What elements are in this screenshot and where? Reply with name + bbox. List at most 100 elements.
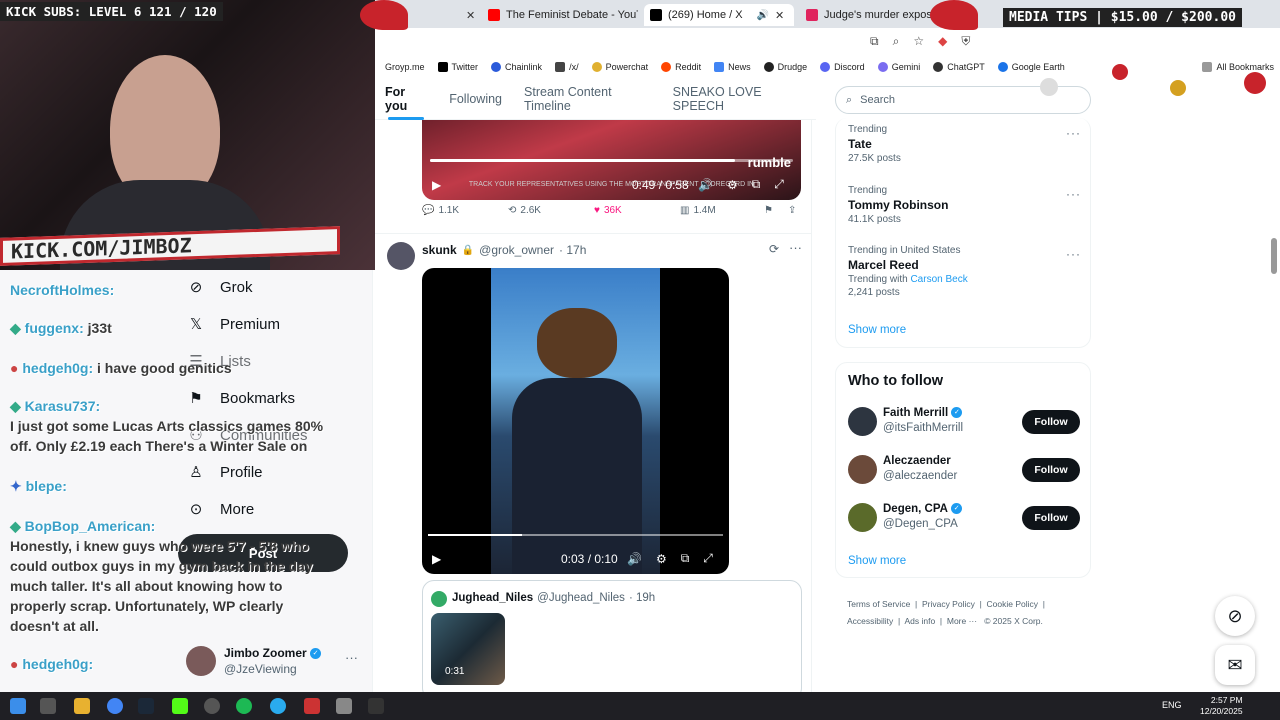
task-view-icon[interactable] bbox=[40, 698, 56, 714]
show-more-link[interactable]: Show more bbox=[848, 324, 906, 336]
trend-item[interactable]: Trending Tate 27.5K posts bbox=[848, 124, 901, 164]
all-bookmarks[interactable]: All Bookmarks bbox=[1202, 62, 1274, 72]
footer-link[interactable]: Cookie Policy bbox=[987, 599, 1039, 609]
video-player[interactable]: ▶ 0:03 / 0:10 🔊 ⚙ ⧉ ⤢ bbox=[422, 268, 729, 574]
volume-icon[interactable]: 🔊 bbox=[627, 552, 642, 566]
grok-icon[interactable]: ⊘ bbox=[1215, 596, 1255, 636]
footer-link[interactable]: More ··· bbox=[947, 616, 977, 626]
post-author-handle[interactable]: @grok_owner bbox=[479, 243, 554, 257]
language-indicator[interactable]: ENG bbox=[1162, 700, 1182, 710]
close-tab-icon[interactable]: ✕ bbox=[466, 9, 475, 22]
bookmark-drudge[interactable]: Drudge bbox=[763, 62, 807, 72]
volume-icon[interactable]: 🔊 bbox=[698, 178, 713, 192]
quoted-post[interactable]: Jughead_Niles @Jughead_Niles · 19h 0:31 bbox=[422, 580, 802, 692]
play-icon[interactable]: ▶ bbox=[432, 552, 441, 566]
zoom-icon[interactable]: ⌕ bbox=[893, 34, 900, 49]
pip-icon[interactable]: ⧉ bbox=[681, 551, 690, 566]
avatar[interactable] bbox=[848, 455, 877, 484]
tab-x-home[interactable]: (269) Home / X 🔊 ✕ bbox=[644, 4, 794, 26]
nav-grok[interactable]: ⊘ Grok bbox=[186, 278, 253, 297]
clock[interactable]: 2:57 PM 12/20/2025 bbox=[1200, 695, 1243, 717]
trend-item[interactable]: Trending in United States Marcel Reed Tr… bbox=[848, 245, 968, 298]
footer-link[interactable]: Ads info bbox=[904, 616, 935, 626]
bookmark-chatgpt[interactable]: ChatGPT bbox=[933, 62, 985, 72]
bookmark-reddit[interactable]: Reddit bbox=[661, 62, 701, 72]
epic-games-icon[interactable] bbox=[368, 698, 384, 714]
footer-link[interactable]: Accessibility bbox=[847, 616, 893, 626]
steam-icon[interactable] bbox=[138, 698, 154, 714]
video-progress-bar[interactable] bbox=[428, 534, 723, 536]
extension-icon[interactable]: ◆ bbox=[938, 34, 947, 49]
avatar[interactable] bbox=[848, 407, 877, 436]
follow-suggestion[interactable]: Faith Merrill ✓ @itsFaithMerrill bbox=[883, 407, 963, 434]
obs-icon[interactable] bbox=[204, 698, 220, 714]
avatar[interactable] bbox=[848, 503, 877, 532]
fullscreen-icon[interactable]: ⤢ bbox=[703, 551, 713, 566]
bookmark-groyp[interactable]: Groyp.me bbox=[385, 62, 425, 72]
file-explorer-icon[interactable] bbox=[74, 698, 90, 714]
fullscreen-icon[interactable]: ⤢ bbox=[774, 177, 784, 192]
more-options-icon[interactable]: ··· bbox=[1066, 187, 1081, 201]
more-options-icon[interactable]: ··· bbox=[345, 650, 358, 665]
more-options-icon[interactable]: ··· bbox=[1066, 126, 1081, 140]
nav-profile[interactable]: ♙ Profile bbox=[186, 463, 262, 482]
tab-following[interactable]: Following bbox=[438, 78, 513, 120]
follow-suggestion[interactable]: Degen, CPA ✓ @Degen_CPA bbox=[883, 503, 963, 530]
nav-premium[interactable]: 𝕏 Premium bbox=[186, 315, 280, 334]
avatar[interactable] bbox=[186, 646, 216, 676]
follow-button[interactable]: Follow bbox=[1022, 458, 1080, 482]
bookmark-star-icon[interactable]: ☆ bbox=[913, 34, 924, 49]
bookmark-powerchat[interactable]: Powerchat bbox=[591, 62, 648, 72]
telegram-icon[interactable] bbox=[270, 698, 286, 714]
like-button[interactable]: ♥ 36K bbox=[594, 205, 622, 216]
share-icon[interactable]: ⇪ bbox=[788, 205, 796, 216]
settings-icon[interactable]: ⚙ bbox=[656, 552, 667, 566]
bookmark-x-board[interactable]: /x/ bbox=[555, 62, 579, 72]
more-options-icon[interactable]: ··· bbox=[789, 240, 802, 255]
post-time[interactable]: · 17h bbox=[559, 243, 586, 257]
post-author-name[interactable]: skunk bbox=[422, 243, 457, 257]
cast-icon[interactable]: ⧉ bbox=[870, 34, 879, 49]
footer-link[interactable]: Terms of Service bbox=[847, 599, 910, 609]
tab-stream-content-timeline[interactable]: Stream Content Timeline bbox=[513, 78, 662, 120]
app-icon[interactable] bbox=[336, 698, 352, 714]
views-button[interactable]: ▥ 1.4M bbox=[680, 205, 716, 216]
follow-suggestion[interactable]: Aleczaender @aleczaender bbox=[883, 455, 957, 482]
account-switcher[interactable]: Jimbo Zoomer ✓ @JzeViewing bbox=[224, 646, 322, 676]
kick-icon[interactable] bbox=[172, 698, 188, 714]
repost-button[interactable]: ⟲ 2.6K bbox=[508, 205, 541, 216]
video-player[interactable]: TRACK YOUR REPRESENTATIVES USING THE MOS… bbox=[422, 120, 801, 200]
trend-item[interactable]: Trending Tommy Robinson 41.1K posts bbox=[848, 185, 948, 225]
show-more-link[interactable]: Show more bbox=[848, 555, 906, 567]
tab-for-you[interactable]: For you bbox=[374, 78, 438, 120]
windows-start-icon[interactable] bbox=[10, 698, 26, 714]
more-options-icon[interactable]: ··· bbox=[1066, 247, 1081, 261]
play-icon[interactable]: ▶ bbox=[432, 178, 441, 192]
app-icon[interactable] bbox=[304, 698, 320, 714]
chrome-icon[interactable] bbox=[107, 698, 123, 714]
shield-icon[interactable]: ⛨ bbox=[961, 34, 970, 49]
tab-youtube[interactable]: The Feminist Debate - YouTube ✕ bbox=[488, 4, 638, 26]
pip-icon[interactable]: ⧉ bbox=[752, 177, 761, 192]
bookmark-gemini[interactable]: Gemini bbox=[877, 62, 920, 72]
bookmark-icon[interactable]: ⚑ bbox=[764, 205, 773, 216]
reply-button[interactable]: 💬 1.1K bbox=[422, 205, 459, 216]
scrollbar[interactable] bbox=[1271, 238, 1277, 274]
tab-sneako-love-speech[interactable]: SNEAKO LOVE SPEECH bbox=[662, 78, 816, 120]
grok-icon[interactable]: ⟳ bbox=[769, 242, 779, 256]
bookmark-google-earth[interactable]: Google Earth bbox=[997, 62, 1065, 72]
trend-with-link[interactable]: Carson Beck bbox=[910, 274, 967, 285]
settings-icon[interactable]: ⚙ bbox=[727, 178, 738, 192]
bookmark-chainlink[interactable]: Chainlink bbox=[491, 62, 542, 72]
follow-button[interactable]: Follow bbox=[1022, 410, 1080, 434]
footer-link[interactable]: Privacy Policy bbox=[922, 599, 975, 609]
spotify-icon[interactable] bbox=[236, 698, 252, 714]
bookmark-twitter[interactable]: Twitter bbox=[437, 62, 478, 72]
bookmark-news[interactable]: News bbox=[714, 62, 751, 72]
avatar[interactable] bbox=[387, 242, 415, 270]
bookmark-discord[interactable]: Discord bbox=[820, 62, 865, 72]
video-progress-bar[interactable] bbox=[430, 159, 793, 162]
follow-button[interactable]: Follow bbox=[1022, 506, 1080, 530]
speaker-icon[interactable]: 🔊 bbox=[757, 10, 769, 21]
close-tab-icon[interactable]: ✕ bbox=[775, 9, 784, 22]
